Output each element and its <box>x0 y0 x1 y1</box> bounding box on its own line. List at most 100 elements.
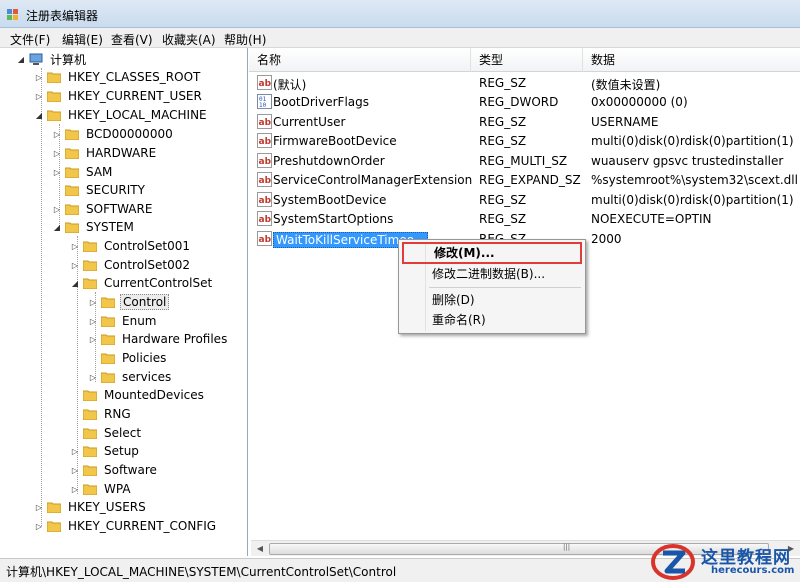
tree-label: Select <box>104 426 142 440</box>
key-tree[interactable]: ◢ 计算机 ▷ HKEY_CLASSES_ROOT ▷ HKEY_CURRENT… <box>0 48 248 556</box>
table-row[interactable]: ab PreshutdownOrder REG_MULTI_SZ wuauserv g… <box>249 152 800 171</box>
tree-label: WPA <box>104 482 131 496</box>
value-data: wuauserv gpsvc trustedinstaller <box>591 154 784 168</box>
value-data: NOEXECUTE=OPTIN <box>591 212 712 226</box>
folder-icon <box>101 372 115 383</box>
scroll-left-icon[interactable]: ◀ <box>253 542 267 556</box>
value-type: REG_SZ <box>479 134 527 148</box>
tree-item-controlset002[interactable]: ▷ ControlSet002 <box>70 256 192 274</box>
tree-item-hkcr[interactable]: ▷ HKEY_CLASSES_ROOT <box>34 68 202 86</box>
collapsed-arrow-icon[interactable]: ▷ <box>34 521 44 531</box>
value-data: multi(0)disk(0)rdisk(0)partition(1) <box>591 193 794 207</box>
folder-icon <box>65 185 79 196</box>
collapsed-arrow-icon[interactable]: ▷ <box>70 241 80 251</box>
tree-item-hardware-profiles[interactable]: ▷ Hardware Profiles <box>88 330 229 348</box>
tree-item-control[interactable]: ▷ Control <box>88 293 170 311</box>
folder-open-icon <box>101 297 115 308</box>
table-row[interactable]: ab (默认) REG_SZ (数值未设置) <box>249 74 800 93</box>
tree-item-hklm[interactable]: ◢ HKEY_LOCAL_MACHINE <box>34 106 209 124</box>
value-data: 2000 <box>591 232 622 246</box>
table-row[interactable]: ab CurrentUser REG_SZ USERNAME <box>249 113 800 132</box>
list-header: 名称 类型 数据 <box>249 48 800 72</box>
expanded-arrow-icon[interactable]: ◢ <box>52 222 62 232</box>
menu-item-delete[interactable]: 删除(D) <box>402 290 582 310</box>
folder-icon <box>83 484 97 495</box>
tree-item-wpa[interactable]: ▷ WPA <box>70 480 133 498</box>
collapsed-arrow-icon[interactable]: ▷ <box>34 502 44 512</box>
tree-label: SOFTWARE <box>86 202 153 216</box>
tree-label: Policies <box>122 351 167 365</box>
collapsed-arrow-icon[interactable]: ▷ <box>70 465 80 475</box>
tree-item-bcd[interactable]: ▷ BCD00000000 <box>52 125 175 143</box>
collapsed-arrow-icon[interactable]: ▷ <box>52 148 62 158</box>
string-value-icon: ab <box>257 172 272 187</box>
tree-item-controlset001[interactable]: ▷ ControlSet001 <box>70 237 192 255</box>
tree-label: CurrentControlSet <box>104 276 213 290</box>
menu-separator <box>429 287 581 288</box>
menu-favorites[interactable]: 收藏夹(A) <box>162 31 216 48</box>
menu-edit[interactable]: 编辑(E) <box>62 31 103 48</box>
menu-help[interactable]: 帮助(H) <box>224 31 266 48</box>
expanded-arrow-icon[interactable]: ◢ <box>16 54 26 64</box>
collapsed-arrow-icon[interactable]: ▷ <box>52 129 62 139</box>
tree-item-hardware[interactable]: ▷ HARDWARE <box>52 144 158 162</box>
collapsed-arrow-icon[interactable]: ▷ <box>52 204 62 214</box>
tree-item-software[interactable]: ▷ SOFTWARE <box>52 200 154 218</box>
table-row[interactable]: ab ServiceControlManagerExtension REG_EXPA… <box>249 171 800 190</box>
tree-item-sam[interactable]: ▷ SAM <box>52 163 114 181</box>
column-header-data[interactable]: 数据 <box>583 48 800 72</box>
table-row[interactable]: ab SystemStartOptions REG_SZ NOEXECUTE=OPT… <box>249 210 800 229</box>
collapsed-arrow-icon[interactable]: ▷ <box>52 167 62 177</box>
tree-item-hkcc[interactable]: ▷ HKEY_CURRENT_CONFIG <box>34 517 218 535</box>
tree-item-select[interactable]: Select <box>70 424 143 442</box>
tree-label: MountedDevices <box>104 388 204 402</box>
menu-item-modify[interactable]: 修改(M)... <box>402 242 582 264</box>
table-row[interactable]: ab FirmwareBootDevice REG_SZ multi(0)disk(0… <box>249 132 800 151</box>
svg-text:ab: ab <box>259 118 272 128</box>
collapsed-arrow-icon[interactable]: ▷ <box>70 484 80 494</box>
menu-item-modify-binary[interactable]: 修改二进制数据(B)... <box>402 264 582 284</box>
collapsed-arrow-icon[interactable]: ▷ <box>88 372 98 382</box>
tree-item-rng[interactable]: RNG <box>70 405 133 423</box>
collapsed-arrow-icon[interactable]: ▷ <box>88 297 98 307</box>
table-row[interactable]: 01 10 BootDriverFlags REG_DWORD 0x00000000 (… <box>249 93 800 112</box>
folder-icon <box>65 167 79 178</box>
tree-item-software-sub[interactable]: ▷ Software <box>70 461 159 479</box>
column-header-name[interactable]: 名称 <box>249 48 471 72</box>
tree-item-policies[interactable]: Policies <box>88 349 168 367</box>
tree-item-security[interactable]: SECURITY <box>52 181 147 199</box>
svg-text:10: 10 <box>259 102 267 109</box>
tree-item-computer[interactable]: ◢ 计算机 <box>16 50 88 68</box>
collapsed-arrow-icon[interactable]: ▷ <box>88 316 98 326</box>
collapsed-arrow-icon[interactable]: ▷ <box>70 446 80 456</box>
collapsed-arrow-icon[interactable]: ▷ <box>88 334 98 344</box>
tree-item-setup[interactable]: ▷ Setup <box>70 442 141 460</box>
tree-item-hku[interactable]: ▷ HKEY_USERS <box>34 498 148 516</box>
menu-view[interactable]: 查看(V) <box>111 31 153 48</box>
table-row[interactable]: ab SystemBootDevice REG_SZ multi(0)disk(0)r… <box>249 191 800 210</box>
expanded-arrow-icon[interactable]: ◢ <box>34 110 44 120</box>
folder-open-icon <box>65 222 79 233</box>
svg-text:ab: ab <box>259 176 272 186</box>
tree-label: SYSTEM <box>86 220 134 234</box>
menu-item-rename[interactable]: 重命名(R) <box>402 310 582 330</box>
string-value-icon: ab <box>257 211 272 226</box>
tree-label: RNG <box>104 407 131 421</box>
tree-label: HKEY_CLASSES_ROOT <box>68 70 201 84</box>
collapsed-arrow-icon[interactable]: ▷ <box>70 260 80 270</box>
collapsed-arrow-icon[interactable]: ▷ <box>34 91 44 101</box>
string-value-icon: ab <box>257 75 272 90</box>
tree-item-enum[interactable]: ▷ Enum <box>88 312 158 330</box>
column-header-type[interactable]: 类型 <box>471 48 583 72</box>
value-name: BootDriverFlags <box>273 95 370 109</box>
collapsed-arrow-icon[interactable]: ▷ <box>34 72 44 82</box>
tree-item-mounteddevices[interactable]: MountedDevices <box>70 386 206 404</box>
menu-file[interactable]: 文件(F) <box>10 31 50 48</box>
tree-item-services[interactable]: ▷ services <box>88 368 173 386</box>
tree-item-hkcu[interactable]: ▷ HKEY_CURRENT_USER <box>34 87 204 105</box>
tree-item-system[interactable]: ◢ SYSTEM <box>52 218 136 236</box>
folder-icon <box>83 390 97 401</box>
tree-item-currentcontrolset[interactable]: ◢ CurrentControlSet <box>70 274 214 292</box>
expanded-arrow-icon[interactable]: ◢ <box>70 278 80 288</box>
svg-text:ab: ab <box>259 79 272 89</box>
